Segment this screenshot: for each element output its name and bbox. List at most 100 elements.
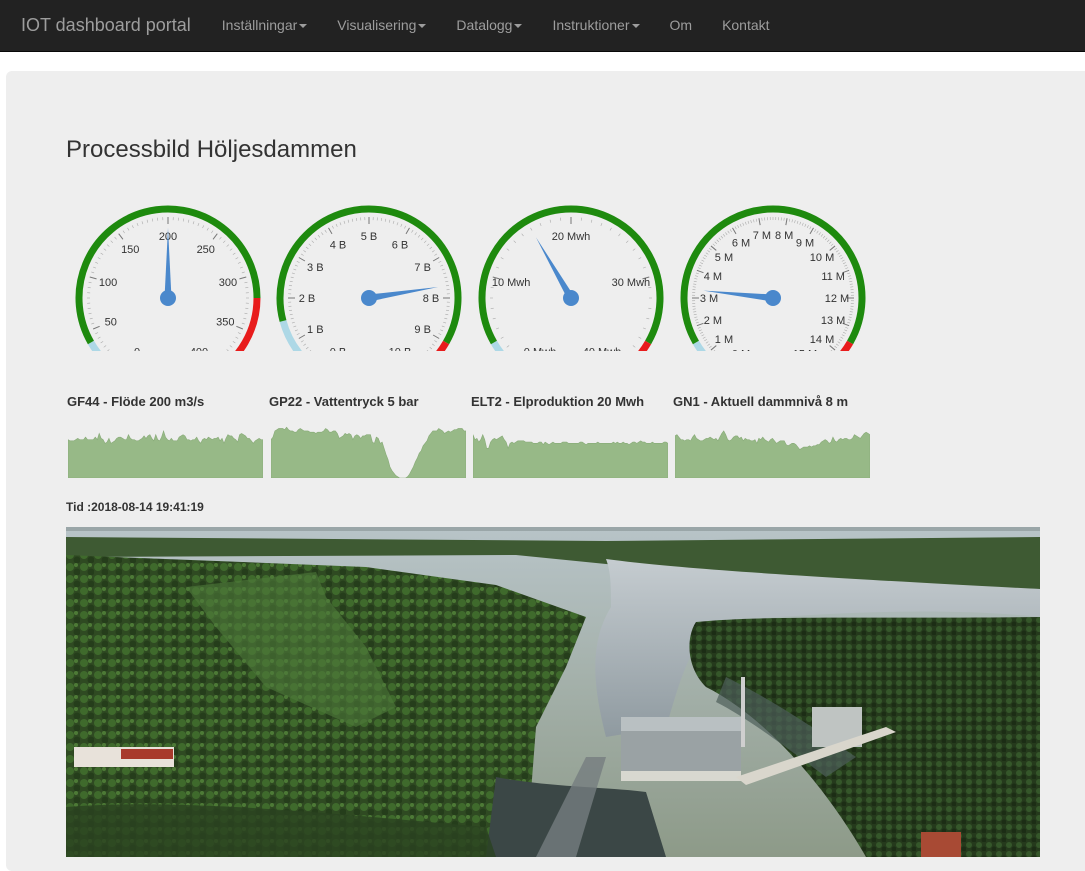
nav-installningar[interactable]: Inställningar: [207, 0, 323, 51]
gauge-minor-tick: [340, 222, 341, 225]
nav-om[interactable]: Om: [655, 0, 708, 51]
gauge-major-tick: [810, 228, 814, 234]
gauge-minor-tick: [101, 253, 103, 255]
gauge-minor-tick: [693, 284, 696, 285]
gauge-tick-label: 0: [134, 347, 140, 351]
gauge-tick-label: 8 M: [775, 230, 793, 242]
gauge-major-tick: [239, 277, 246, 279]
gauge-tick-label: 30 Mwh: [612, 277, 651, 289]
gauge-minor-tick: [152, 219, 153, 222]
dam-aerial-photo: [66, 527, 1040, 857]
sparkline-power: [473, 426, 668, 478]
gauge-minor-tick: [301, 254, 304, 256]
gauge-major-tick: [329, 228, 333, 234]
gauge-minor-tick: [550, 220, 551, 223]
gauge-power: 0 Mwh10 Mwh20 Mwh30 Mwh40 Mwh: [471, 196, 671, 351]
gauge-minor-tick: [646, 318, 649, 319]
gauge-major-tick: [733, 228, 737, 234]
gauge-minor-tick: [814, 229, 816, 232]
gauge-minor-tick: [709, 248, 711, 250]
gauge-minor-tick: [699, 265, 702, 266]
gauge-minor-tick: [841, 258, 844, 260]
gauge-minor-tick: [301, 340, 304, 342]
gauge-minor-tick: [704, 339, 707, 341]
gauge-minor-tick: [295, 265, 298, 266]
gauge-minor-tick: [703, 337, 706, 339]
gauge-minor-tick: [90, 318, 93, 319]
gauge-minor-tick: [601, 223, 602, 226]
nav-instruktioner[interactable]: Instruktioner: [537, 0, 654, 51]
gauge-minor-tick: [819, 232, 821, 234]
gauge-minor-tick: [432, 250, 434, 252]
gauge-major-tick: [299, 335, 305, 339]
gauge-minor-tick: [115, 237, 117, 239]
gauge-minor-tick: [836, 250, 838, 252]
gauge-minor-tick: [444, 277, 447, 278]
gauge-minor-tick: [132, 225, 133, 228]
gauge-minor-tick: [193, 221, 194, 224]
gauge-minor-tick: [843, 332, 846, 333]
gauge-minor-tick: [89, 282, 92, 283]
gauge-minor-tick: [850, 284, 853, 285]
gauge-minor-tick: [236, 258, 239, 260]
gauge-minor-tick: [730, 229, 732, 232]
gauge-tick-label: 0 M: [732, 348, 750, 351]
gauge-minor-tick: [243, 318, 246, 319]
nav-datalogg[interactable]: Datalogg: [441, 0, 537, 51]
gauge-major-tick: [406, 228, 410, 234]
nav-instruktioner-label: Instruktioner: [552, 17, 629, 33]
gauge-major-tick: [711, 346, 716, 350]
gauge-minor-tick: [751, 220, 752, 223]
gauge-minor-tick: [293, 269, 296, 270]
nav-kontakt[interactable]: Kontakt: [707, 0, 784, 51]
gauge-minor-tick: [531, 228, 533, 231]
gauge-minor-tick: [748, 221, 749, 224]
gauge-minor-tick: [849, 281, 852, 282]
gauge-major-tick: [711, 246, 716, 250]
gauge-minor-tick: [107, 245, 109, 247]
gauge-minor-tick: [440, 330, 443, 331]
gauge-tick-label: 14 M: [810, 334, 834, 346]
gauge-minor-tick: [336, 224, 337, 227]
gauge-minor-tick: [707, 344, 709, 346]
gauge-minor-tick: [421, 238, 423, 240]
gauge-minor-tick: [610, 228, 612, 231]
gauge-minor-tick: [444, 318, 447, 319]
gauge-major-tick: [830, 246, 835, 250]
gauge-minor-tick: [829, 242, 831, 244]
gauge-minor-tick: [393, 221, 394, 224]
timestamp: Tid :2018-08-14 19:41:19: [66, 500, 204, 514]
caret-down-icon: [299, 24, 307, 28]
gauge-minor-tick: [315, 238, 317, 240]
gauge-minor-tick: [321, 232, 323, 234]
gauge-minor-tick: [618, 234, 620, 236]
gauge-tick-label: 10 M: [810, 252, 834, 264]
gauge-minor-tick: [293, 326, 296, 327]
gauge-dam-level: 0 M1 M2 M3 M4 M5 M6 M7 M8 M9 M10 M11 M12…: [673, 196, 873, 351]
nav-visualisering-label: Visualisering: [337, 17, 416, 33]
gauge-minor-tick: [841, 337, 844, 339]
gauge-minor-tick: [98, 258, 101, 260]
gauge-minor-tick: [700, 262, 703, 263]
gauge-minor-tick: [309, 244, 311, 246]
gauge-minor-tick: [693, 312, 696, 313]
gauge-minor-tick: [188, 220, 189, 223]
caret-down-icon: [632, 24, 640, 28]
gauge-minor-tick: [418, 235, 420, 237]
gauge-major-tick: [697, 270, 704, 272]
gauge-minor-tick: [236, 337, 239, 339]
gauge-tick-label: 300: [219, 277, 237, 289]
gauge-minor-tick: [843, 262, 846, 263]
gauge-minor-tick: [825, 238, 827, 240]
gauge-minor-tick: [838, 342, 840, 344]
brand-link[interactable]: IOT dashboard portal: [21, 0, 191, 51]
gauge-minor-tick: [701, 335, 704, 336]
gauge-tick-label: 5 M: [715, 252, 733, 264]
gauge-label-flow: GF44 - Flöde 200 m3/s: [67, 394, 204, 409]
sparkline-flow: [68, 426, 263, 478]
gauge-minor-tick: [432, 344, 434, 346]
gauge-tick-label: 15 M: [793, 348, 817, 351]
nav-visualisering[interactable]: Visualisering: [322, 0, 441, 51]
sparkline-dam-level: [675, 426, 870, 478]
gauge-minor-tick: [233, 253, 235, 255]
